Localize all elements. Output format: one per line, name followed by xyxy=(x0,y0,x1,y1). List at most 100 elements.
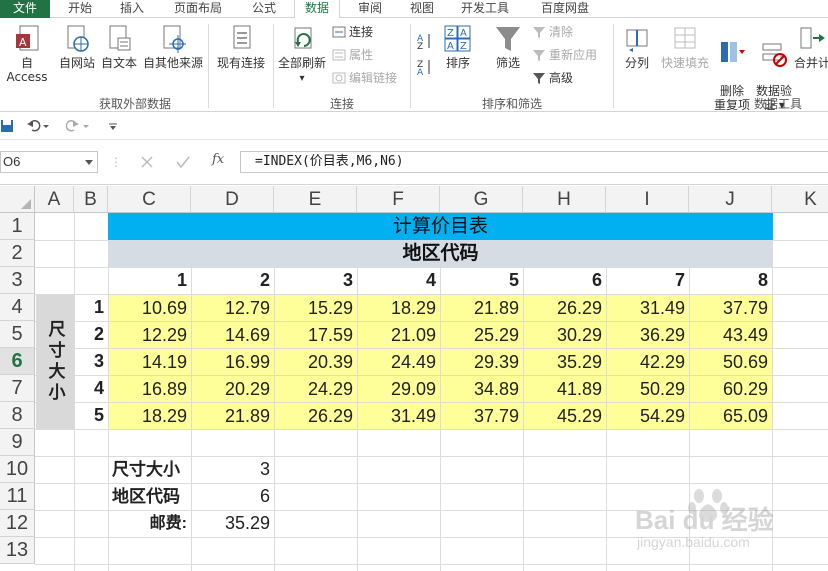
name-box-dropdown-icon[interactable] xyxy=(84,159,94,167)
price-cell[interactable]: 34.89 xyxy=(441,376,523,402)
from-access-button[interactable]: A 自 Access xyxy=(0,24,54,84)
region-code-4[interactable]: 4 xyxy=(357,267,440,294)
sort-button[interactable]: ZAAZ 排序 xyxy=(440,24,476,70)
region-code-7[interactable]: 7 xyxy=(606,267,689,294)
from-text-button[interactable]: 自文本 xyxy=(98,24,140,70)
consolidate-button[interactable]: 合并计 xyxy=(794,24,828,70)
price-cell[interactable]: 31.49 xyxy=(358,403,440,429)
worksheet-grid[interactable]: A B C D E F G H I J K 1 2 3 4 5 6 7 8 9 … xyxy=(0,186,828,571)
size-code-5[interactable]: 5 xyxy=(74,402,108,429)
price-cell[interactable]: 18.29 xyxy=(358,295,440,321)
properties-button[interactable]: 属性 xyxy=(332,47,373,63)
region-code-6[interactable]: 6 xyxy=(523,267,606,294)
row-header-2[interactable]: 2 xyxy=(0,240,35,267)
connections-button[interactable]: 连接 xyxy=(332,24,373,40)
insert-function-icon[interactable]: fx xyxy=(212,152,224,167)
from-other-sources-button[interactable]: 自其他来源 xyxy=(140,24,206,70)
text-to-columns-button[interactable]: 分列 xyxy=(618,24,656,70)
tab-insert[interactable]: 插入 xyxy=(110,0,154,18)
price-cell[interactable]: 37.79 xyxy=(441,403,523,429)
enter-check-icon[interactable] xyxy=(176,155,190,169)
price-cell[interactable]: 60.29 xyxy=(690,376,772,402)
size-code-3[interactable]: 3 xyxy=(74,348,108,375)
price-cell[interactable]: 45.29 xyxy=(524,403,606,429)
from-web-button[interactable]: 自网站 xyxy=(56,24,98,70)
price-cell[interactable]: 25.29 xyxy=(441,322,523,348)
clear-filter-button[interactable]: 清除 xyxy=(532,24,573,40)
price-cell[interactable]: 50.29 xyxy=(607,376,689,402)
size-code-1[interactable]: 1 xyxy=(74,294,108,321)
region-code-1[interactable]: 1 xyxy=(108,267,191,294)
row-header-13[interactable]: 13 xyxy=(0,537,35,564)
sheet-title[interactable]: 计算价目表 xyxy=(108,213,773,240)
price-cell[interactable]: 35.29 xyxy=(524,349,606,375)
price-cell[interactable]: 30.29 xyxy=(524,322,606,348)
column-header-f[interactable]: F xyxy=(357,186,440,213)
redo-icon[interactable] xyxy=(66,119,90,133)
column-header-c[interactable]: C xyxy=(108,186,191,213)
column-header-b[interactable]: B xyxy=(74,186,108,213)
price-cell[interactable]: 50.69 xyxy=(690,349,772,375)
column-header-g[interactable]: G xyxy=(440,186,523,213)
column-header-i[interactable]: I xyxy=(606,186,689,213)
row-header-7[interactable]: 7 xyxy=(0,375,35,402)
price-cell[interactable]: 14.69 xyxy=(192,322,274,348)
size-code-2[interactable]: 2 xyxy=(74,321,108,348)
tab-formulas[interactable]: 公式 xyxy=(242,0,286,18)
row-header-8[interactable]: 8 xyxy=(0,402,35,429)
price-cell[interactable]: 31.49 xyxy=(607,295,689,321)
tab-developer[interactable]: 开发工具 xyxy=(452,0,518,18)
price-cell[interactable]: 37.79 xyxy=(690,295,772,321)
column-header-e[interactable]: E xyxy=(274,186,357,213)
reapply-filter-button[interactable]: 重新应用 xyxy=(532,47,597,63)
price-cell[interactable]: 26.29 xyxy=(275,403,357,429)
lookup-postage-label[interactable]: 邮费: xyxy=(108,510,187,537)
row-header-5[interactable]: 5 xyxy=(0,321,35,348)
column-header-a[interactable]: A xyxy=(35,186,74,213)
price-cell[interactable]: 24.49 xyxy=(358,349,440,375)
price-cell[interactable]: 29.39 xyxy=(441,349,523,375)
price-cell[interactable]: 20.29 xyxy=(192,376,274,402)
tab-data[interactable]: 数据 xyxy=(294,0,340,19)
price-cell[interactable]: 42.29 xyxy=(607,349,689,375)
price-cell[interactable]: 20.39 xyxy=(275,349,357,375)
lookup-region-value[interactable]: 6 xyxy=(191,483,274,510)
undo-icon[interactable] xyxy=(26,119,50,133)
region-code-5[interactable]: 5 xyxy=(440,267,523,294)
column-header-j[interactable]: J xyxy=(689,186,772,213)
region-code-2[interactable]: 2 xyxy=(191,267,274,294)
save-icon[interactable] xyxy=(0,119,14,133)
sheet-subtitle[interactable]: 地区代码 xyxy=(108,240,773,267)
tab-baidu-netdisk[interactable]: 百度网盘 xyxy=(530,0,600,18)
size-label-cell[interactable]: 尺寸大小 xyxy=(36,295,74,429)
tab-view[interactable]: 视图 xyxy=(402,0,442,18)
price-cell[interactable]: 18.29 xyxy=(109,403,191,429)
advanced-filter-button[interactable]: 高级 xyxy=(532,70,573,86)
refresh-all-button[interactable]: 全部刷新 ▾ xyxy=(274,24,330,86)
cancel-icon[interactable] xyxy=(140,155,154,169)
existing-connections-button[interactable]: 现有连接 xyxy=(212,24,270,70)
price-cell[interactable]: 17.59 xyxy=(275,322,357,348)
column-header-h[interactable]: H xyxy=(523,186,606,213)
price-cell[interactable]: 29.09 xyxy=(358,376,440,402)
row-header-10[interactable]: 10 xyxy=(0,456,35,483)
tab-file[interactable]: 文件 xyxy=(0,0,50,18)
row-header-4[interactable]: 4 xyxy=(0,294,35,321)
flash-fill-button[interactable]: 快速填充 xyxy=(656,24,714,70)
lookup-size-value[interactable]: 3 xyxy=(191,456,274,483)
row-header-9[interactable]: 9 xyxy=(0,429,35,456)
price-cell[interactable]: 15.29 xyxy=(275,295,357,321)
customize-qat-icon[interactable] xyxy=(108,122,118,132)
column-header-k[interactable]: K xyxy=(772,186,828,213)
formula-input[interactable]: =INDEX(价目表,M6,N6) xyxy=(240,151,828,173)
select-all-corner[interactable] xyxy=(0,186,35,213)
price-cell[interactable]: 54.29 xyxy=(607,403,689,429)
filter-button[interactable]: 筛选 xyxy=(490,24,526,70)
price-cell[interactable]: 10.69 xyxy=(109,295,191,321)
price-cell[interactable]: 16.99 xyxy=(192,349,274,375)
region-code-3[interactable]: 3 xyxy=(274,267,357,294)
tab-page-layout[interactable]: 页面布局 xyxy=(166,0,230,18)
row-header-6[interactable]: 6 xyxy=(0,348,35,375)
price-cell[interactable]: 21.09 xyxy=(358,322,440,348)
price-cell[interactable]: 41.89 xyxy=(524,376,606,402)
